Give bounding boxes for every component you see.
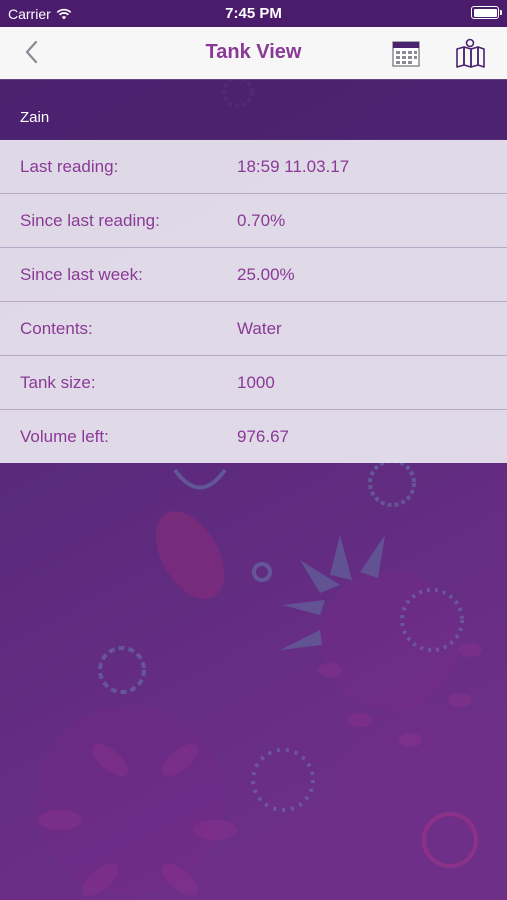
tank-name: Zain [20,109,50,126]
detail-value: 976.67 [237,427,289,446]
detail-label: Tank size: [20,373,96,392]
tank-name-header: Zain [0,79,507,139]
detail-row-since-last-reading: Since last reading: 0.70% [0,194,507,248]
detail-label: Since last reading: [20,211,160,230]
detail-row-last-reading: Last reading: 18:59 11.03.17 [0,140,507,194]
navigation-bar: Tank View [0,27,507,80]
detail-value: 0.70% [237,211,286,230]
map-icon[interactable] [454,37,486,69]
detail-row-volume-left: Volume left: 976.67 [0,410,507,463]
detail-value: Water [237,319,282,338]
status-time: 7:45 PM [225,5,282,22]
detail-value: 25.00% [237,265,295,284]
detail-label: Last reading: [20,157,119,176]
detail-row-since-last-week: Since last week: 25.00% [0,248,507,302]
detail-label: Contents: [20,319,93,338]
detail-label: Since last week: [20,265,143,284]
detail-label: Volume left: [20,427,109,446]
tank-details-list: Last reading: 18:59 11.03.17 Since last … [0,140,507,463]
detail-value: 1000 [237,373,275,392]
page-title: Tank View [205,41,302,63]
status-bar: Carrier 7:45 PM [0,0,507,27]
battery-icon [471,6,502,19]
detail-row-contents: Contents: Water [0,302,507,356]
calendar-icon[interactable] [390,37,422,69]
detail-value: 18:59 11.03.17 [237,157,350,176]
detail-row-tank-size: Tank size: 1000 [0,356,507,410]
